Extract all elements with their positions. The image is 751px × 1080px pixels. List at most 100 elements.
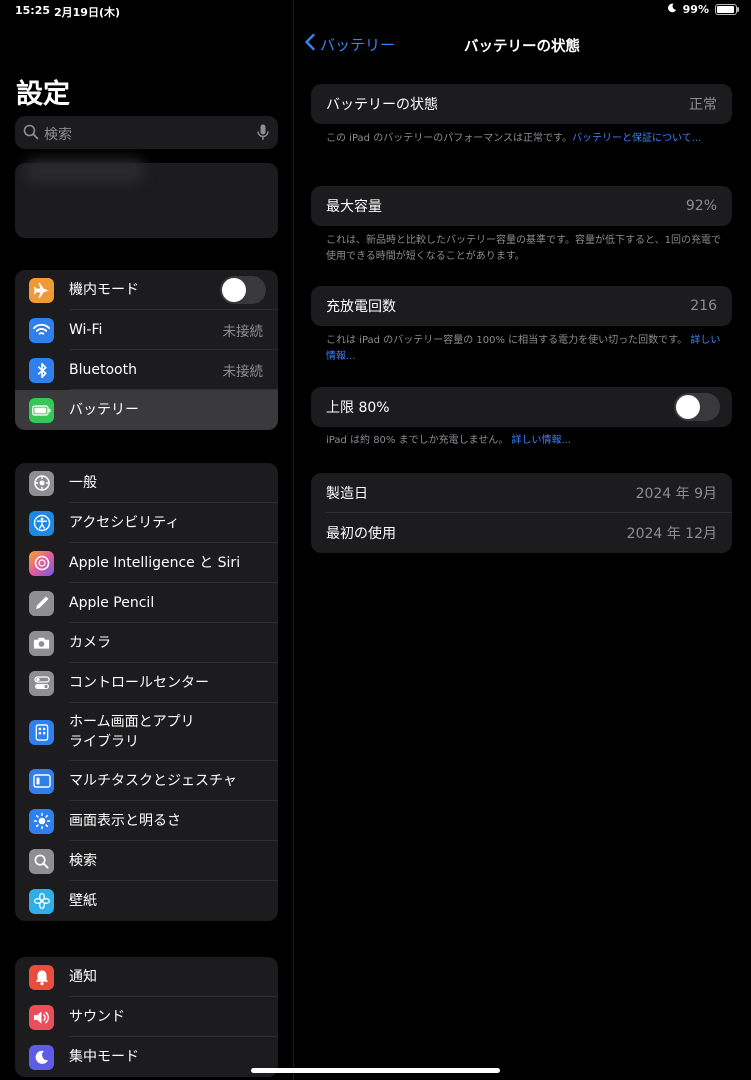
search-icon <box>23 124 39 144</box>
wifi-status: 未接続 <box>222 324 264 340</box>
battery-warranty-link[interactable]: バッテリーと保証について... <box>572 133 701 144</box>
sidebar-item-label: マルチタスクとジェスチャ <box>69 773 237 789</box>
sidebar-item-focus[interactable]: 集中モード <box>15 1037 278 1077</box>
sidebar-item-search[interactable]: 検索 <box>15 841 278 881</box>
search-placeholder: 検索 <box>44 127 72 143</box>
cycle-count-row: 充放電回数 216 <box>311 286 732 326</box>
sidebar-item-label: 検索 <box>69 853 97 869</box>
manufacture-date-row: 製造日 2024 年 9月 <box>311 473 732 513</box>
battery-health-footnote: この iPad のバッテリーのパフォーマンスは正常です。バッテリーと保証について… <box>326 131 721 147</box>
sidebar-item-wallpaper[interactable]: 壁紙 <box>15 881 278 921</box>
cycle-count-footnote: これは iPad のバッテリー容量の 100% に相当する電力を使い切った回数で… <box>326 333 721 365</box>
sidebar-item-label: コントロールセンター <box>69 675 209 691</box>
charge-limit-card: 上限 80% <box>311 387 732 427</box>
sidebar-item-multitasking[interactable]: マルチタスクとジェスチャ <box>15 761 278 801</box>
speaker-icon <box>29 1004 54 1030</box>
apple-intelligence-icon <box>29 550 54 576</box>
general-group: 一般 アクセシビリティ Apple Intelligence と Siri Ap… <box>15 463 278 921</box>
sidebar-item-label: 通知 <box>69 969 97 985</box>
battery-dates-card: 製造日 2024 年 9月 最初の使用 2024 年 12月 <box>311 473 732 553</box>
max-capacity-footnote: これは、新品時と比較したバッテリー容量の基準です。容量が低下すると、1回の充電で… <box>326 235 721 262</box>
manufacture-date-label: 製造日 <box>326 486 368 502</box>
airplane-mode-toggle[interactable] <box>220 276 266 304</box>
cycle-count-value: 216 <box>690 298 717 314</box>
multitask-icon <box>29 768 54 794</box>
status-time: 15:25 <box>15 4 51 17</box>
wifi-icon <box>29 317 54 343</box>
sidebar-item-label: Apple Pencil <box>69 595 155 611</box>
sidebar-item-label: サウンド <box>69 1009 125 1025</box>
microphone-icon[interactable] <box>257 124 269 145</box>
search-input[interactable]: 検索 <box>15 116 278 149</box>
gear-icon <box>29 470 54 496</box>
battery-health-row: バッテリーの状態 正常 <box>311 84 732 124</box>
camera-icon <box>29 630 54 656</box>
sidebar-item-label: Apple Intelligence と Siri <box>69 555 241 571</box>
cycle-count-card: 充放電回数 216 <box>311 286 732 326</box>
battery-icon <box>715 4 739 15</box>
limit-learn-more-link[interactable]: 詳しい情報... <box>512 435 572 446</box>
sidebar-item-sounds[interactable]: サウンド <box>15 997 278 1037</box>
first-use-label: 最初の使用 <box>326 526 396 542</box>
sidebar-item-camera[interactable]: カメラ <box>15 623 278 663</box>
battery-health-pane: バッテリー バッテリーの状態 バッテリーの状態 正常 この iPad のバッテリ… <box>294 0 751 1080</box>
control-center-icon <box>29 670 54 696</box>
sidebar-title: 設定 <box>16 79 70 110</box>
bluetooth-icon <box>29 357 54 383</box>
battery-health-label: バッテリーの状態 <box>326 97 438 113</box>
sidebar-item-apple-pencil[interactable]: Apple Pencil <box>15 583 278 623</box>
sidebar: 設定 検索 機内モード Wi-Fi 未接続 Bluetooth 未接続 バッテリ… <box>0 0 294 1080</box>
sidebar-item-label: 壁紙 <box>69 893 97 909</box>
sidebar-item-label: ホーム画面とアプリ ライブラリ <box>69 714 195 750</box>
charge-limit-footnote: iPad は約 80% までしか充電しません。 詳しい情報... <box>326 433 721 449</box>
battery-percent: 99% <box>682 3 709 16</box>
battery-health-note: この iPad のバッテリーのパフォーマンスは正常です。 <box>326 133 572 144</box>
charge-limit-toggle[interactable] <box>674 393 720 421</box>
charge-limit-label: 上限 80% <box>326 400 390 416</box>
sidebar-item-wifi[interactable]: Wi-Fi 未接続 <box>15 310 278 350</box>
back-label: バッテリー <box>320 35 396 54</box>
home-screen-icon <box>29 719 54 745</box>
sidebar-item-label: カメラ <box>69 635 111 651</box>
battery-health-card: バッテリーの状態 正常 <box>311 84 732 124</box>
wallpaper-icon <box>29 888 54 914</box>
status-date: 2月19日(木) <box>54 6 121 19</box>
sidebar-item-accessibility[interactable]: アクセシビリティ <box>15 503 278 543</box>
status-right: 99% <box>667 3 739 16</box>
moon-icon <box>667 3 677 16</box>
apple-account-card[interactable] <box>15 159 278 238</box>
sidebar-item-notifications[interactable]: 通知 <box>15 957 278 997</box>
sidebar-item-bluetooth[interactable]: Bluetooth 未接続 <box>15 350 278 390</box>
bell-icon <box>29 964 54 990</box>
sidebar-item-label: Wi-Fi <box>69 322 103 338</box>
max-capacity-card: 最大容量 92% <box>311 186 732 226</box>
max-capacity-row: 最大容量 92% <box>311 186 732 226</box>
moon-icon <box>29 1044 54 1070</box>
max-capacity-label: 最大容量 <box>326 199 382 215</box>
sidebar-item-control-center[interactable]: コントロールセンター <box>15 663 278 703</box>
max-capacity-value: 92% <box>685 198 717 214</box>
sidebar-item-general[interactable]: 一般 <box>15 463 278 503</box>
home-indicator[interactable] <box>251 1068 500 1073</box>
back-button[interactable]: バッテリー <box>304 33 395 55</box>
search-icon <box>29 848 54 874</box>
sidebar-item-label: 集中モード <box>69 1049 139 1065</box>
sidebar-item-apple-intelligence[interactable]: Apple Intelligence と Siri <box>15 543 278 583</box>
sidebar-item-airplane-mode[interactable]: 機内モード <box>15 270 278 310</box>
sidebar-item-label: 画面表示と明るさ <box>69 813 181 829</box>
sidebar-item-label: Bluetooth <box>69 362 137 378</box>
bluetooth-status: 未接続 <box>222 364 264 380</box>
cycle-count-note: これは iPad のバッテリー容量の 100% に相当する電力を使い切った回数で… <box>326 335 688 346</box>
battery-health-value: 正常 <box>689 97 717 113</box>
sidebar-item-label: 一般 <box>69 475 97 491</box>
notifications-group: 通知 サウンド 集中モード <box>15 957 278 1077</box>
sidebar-item-display-brightness[interactable]: 画面表示と明るさ <box>15 801 278 841</box>
charge-limit-note: iPad は約 80% までしか充電しません。 <box>326 435 509 446</box>
page-title: バッテリーの状態 <box>464 39 580 55</box>
sidebar-item-home-screen[interactable]: ホーム画面とアプリ ライブラリ <box>15 703 278 761</box>
redacted-area <box>25 159 145 183</box>
first-use-value: 2024 年 12月 <box>626 526 717 542</box>
chevron-left-icon <box>304 33 316 55</box>
sidebar-item-battery[interactable]: バッテリー <box>15 390 278 430</box>
battery-icon <box>29 397 54 423</box>
